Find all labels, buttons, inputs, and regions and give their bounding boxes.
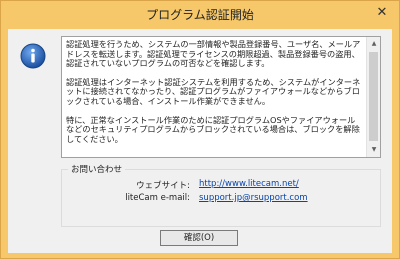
website-link[interactable]: http://www.litecam.net/ [199, 179, 299, 189]
website-label: ウェブサイト: [136, 181, 190, 191]
info-icon [20, 43, 46, 69]
message-text: 認証処理を行うため、システムの一部情報や製品登録番号、ユーザ名、メールアドレスを… [66, 40, 362, 156]
message-paragraph-3: 特に、正常なインストール作業のために認証プログラムOSやファイアウォールなどのセ… [66, 114, 360, 144]
email-link[interactable]: support.jp@rsupport.com [199, 193, 308, 203]
vertical-scrollbar[interactable]: ▲ ▼ [366, 37, 380, 157]
dialog-body: 認証処理を行うため、システムの一部情報や製品登録番号、ユーザ名、メールアドレスを… [8, 29, 392, 253]
title-bar[interactable]: プログラム認証開始 ✕ [1, 1, 399, 29]
message-textarea[interactable]: 認証処理を行うため、システムの一部情報や製品登録番号、ユーザ名、メールアドレスを… [61, 36, 381, 158]
contact-legend: お問い合わせ [68, 163, 126, 175]
message-paragraph-1: 認証処理を行うため、システムの一部情報や製品登録番号、ユーザ名、メールアドレスを… [66, 40, 361, 69]
close-icon: ✕ [376, 5, 388, 20]
close-button[interactable]: ✕ [373, 4, 391, 22]
dialog-window: プログラム認証開始 ✕ 認証処理を行うため、システムの一部情報や製品登録番号、ユ… [0, 0, 400, 259]
scroll-down-icon[interactable]: ▼ [367, 143, 381, 157]
window-title: プログラム認証開始 [146, 8, 254, 22]
scroll-thumb[interactable] [369, 52, 378, 141]
scroll-up-icon[interactable]: ▲ [367, 37, 381, 51]
email-label: liteCam e-mail: [125, 193, 190, 203]
ok-button[interactable]: 確認(O) [160, 230, 238, 246]
contact-group: お問い合わせ ウェブサイト: http://www.litecam.net/ l… [61, 163, 381, 227]
email-row: liteCam e-mail: support.jp@rsupport.com [62, 193, 380, 205]
website-row: ウェブサイト: http://www.litecam.net/ [62, 179, 380, 191]
message-paragraph-2: 認証処理はインターネット認証システムを利用するため、システムがインターネットに接… [66, 76, 361, 106]
